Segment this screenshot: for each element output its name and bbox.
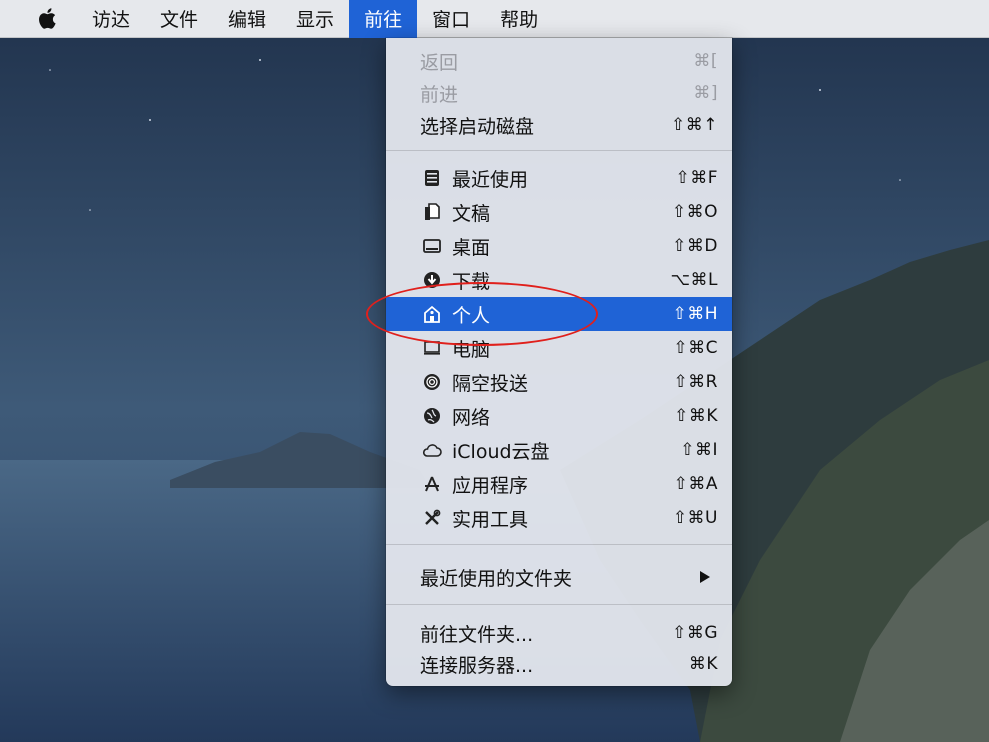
menu-finder[interactable]: 访达 (77, 0, 145, 38)
documents-icon (422, 202, 442, 222)
menu-item-icloud[interactable]: iCloud云盘 ⇧⌘I (386, 433, 732, 467)
menu-item-shortcut: ⌥⌘L (670, 270, 718, 290)
menu-item-shortcut: ⌘] (693, 83, 718, 103)
menu-item-downloads[interactable]: 下载 ⌥⌘L (386, 263, 732, 297)
submenu-arrow-icon (700, 571, 710, 583)
menu-view[interactable]: 显示 (281, 0, 349, 38)
menu-item-label: 实用工具 (452, 508, 529, 531)
desktop-icon (422, 236, 442, 256)
menu-item-shortcut: ⇧⌘K (674, 406, 718, 426)
menu-item-shortcut: ⇧⌘F (675, 168, 718, 188)
utilities-icon (422, 508, 442, 528)
menu-separator (386, 604, 732, 605)
airdrop-icon (422, 372, 442, 392)
menu-item-label: 最近使用 (452, 168, 529, 191)
menu-item-shortcut: ⇧⌘C (673, 338, 718, 358)
menu-file[interactable]: 文件 (145, 0, 213, 38)
menu-item-label: 文稿 (452, 202, 491, 225)
menu-item-label: 前往文件夹... (420, 623, 534, 646)
menu-item-forward[interactable]: 前进 ⌘] (386, 76, 732, 110)
cloud-icon (422, 440, 442, 460)
menu-item-back[interactable]: 返回 ⌘[ (386, 44, 732, 78)
menu-item-label: 应用程序 (452, 474, 529, 497)
menu-item-shortcut: ⇧⌘R (673, 372, 718, 392)
menu-item-shortcut: ⇧⌘A (673, 474, 718, 494)
menu-item-label: 下载 (452, 270, 491, 293)
menu-item-label: 桌面 (452, 236, 491, 259)
menu-item-label: 个人 (452, 304, 491, 327)
menu-item-shortcut: ⇧⌘I (680, 440, 718, 460)
menu-window[interactable]: 窗口 (417, 0, 485, 38)
menu-item-label: 电脑 (452, 338, 491, 361)
menu-edit[interactable]: 编辑 (213, 0, 281, 38)
menu-item-shortcut: ⇧⌘H (672, 304, 718, 324)
menu-item-recents[interactable]: 最近使用 ⇧⌘F (386, 161, 732, 195)
apple-menu-button[interactable] (32, 0, 62, 38)
menu-bar: 访达 文件 编辑 显示 前往 窗口 帮助 (0, 0, 989, 38)
menu-item-computer[interactable]: 电脑 ⇧⌘C (386, 331, 732, 365)
menu-item-utilities[interactable]: 实用工具 ⇧⌘U (386, 501, 732, 535)
menu-item-network[interactable]: 网络 ⇧⌘K (386, 399, 732, 433)
menu-item-label: 网络 (452, 406, 491, 429)
menu-item-startup-disk[interactable]: 选择启动磁盘 ⇧⌘↑ (386, 108, 732, 142)
menu-item-recent-folders[interactable]: 最近使用的文件夹 (386, 560, 732, 594)
computer-icon (422, 338, 442, 358)
network-icon (422, 406, 442, 426)
applications-icon (422, 474, 442, 494)
menu-item-shortcut: ⌘K (688, 654, 718, 674)
menu-item-go-to-folder[interactable]: 前往文件夹... ⇧⌘G (386, 616, 732, 650)
menu-separator (386, 544, 732, 545)
menu-item-shortcut: ⇧⌘↑ (671, 115, 718, 135)
menu-item-label: 最近使用的文件夹 (420, 567, 573, 590)
menu-item-label: 隔空投送 (452, 372, 529, 395)
menu-item-shortcut: ⇧⌘O (671, 202, 718, 222)
menu-item-label: iCloud云盘 (452, 440, 550, 463)
menu-item-desktop[interactable]: 桌面 ⇧⌘D (386, 229, 732, 263)
apple-logo-icon (39, 8, 56, 29)
menu-item-label: 返回 (420, 51, 459, 74)
go-menu-dropdown: 返回 ⌘[ 前进 ⌘] 选择启动磁盘 ⇧⌘↑ 最近使用 ⇧⌘F 文稿 ⇧⌘O 桌… (386, 38, 732, 686)
menu-item-airdrop[interactable]: 隔空投送 ⇧⌘R (386, 365, 732, 399)
home-icon (422, 304, 442, 324)
menu-help[interactable]: 帮助 (485, 0, 553, 38)
menu-item-documents[interactable]: 文稿 ⇧⌘O (386, 195, 732, 229)
recents-icon (422, 168, 442, 188)
menu-separator (386, 150, 732, 151)
menu-item-label: 连接服务器... (420, 654, 534, 677)
menu-item-shortcut: ⇧⌘U (672, 508, 718, 528)
menu-item-shortcut: ⌘[ (693, 51, 718, 71)
menu-item-home[interactable]: 个人 ⇧⌘H (386, 297, 732, 331)
menu-item-label: 前进 (420, 83, 459, 106)
menu-item-shortcut: ⇧⌘G (672, 623, 718, 643)
menu-item-shortcut: ⇧⌘D (672, 236, 718, 256)
menu-go[interactable]: 前往 (349, 0, 418, 38)
menu-item-connect-server[interactable]: 连接服务器... ⌘K (386, 647, 732, 681)
downloads-icon (422, 270, 442, 290)
menu-item-applications[interactable]: 应用程序 ⇧⌘A (386, 467, 732, 501)
menu-item-label: 选择启动磁盘 (420, 115, 535, 138)
